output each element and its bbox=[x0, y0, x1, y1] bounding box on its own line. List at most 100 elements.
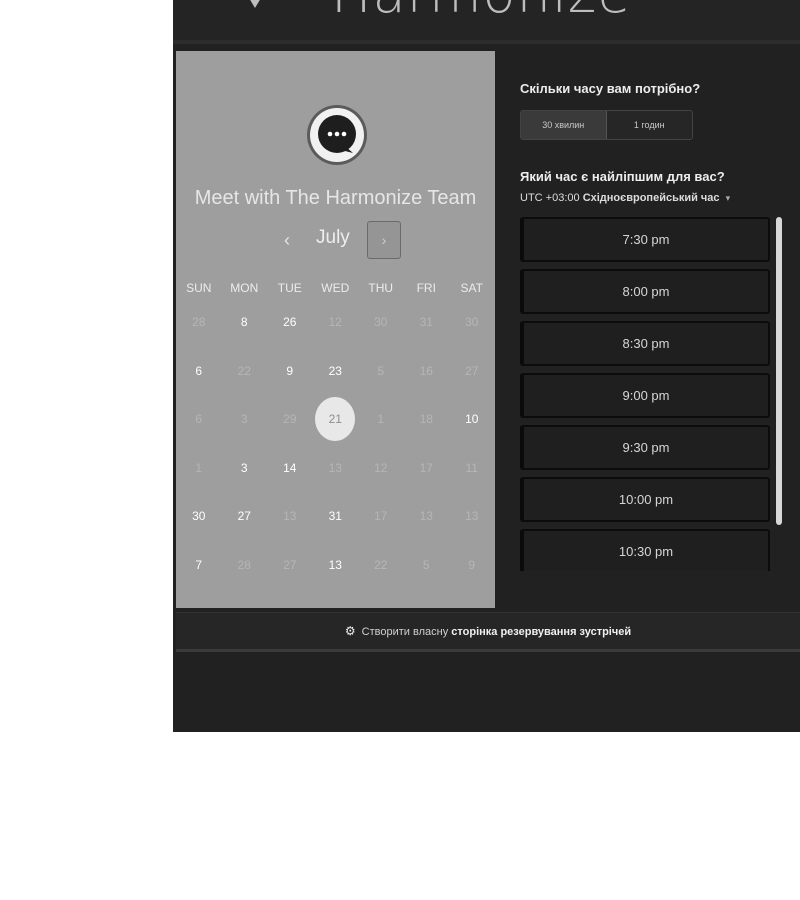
time-slot-button[interactable]: 8:00 pm bbox=[520, 269, 770, 314]
calendar-day-number: 6 bbox=[195, 363, 203, 378]
calendar-day-number: 14 bbox=[283, 460, 297, 475]
calendar-week-row: 7 28 27 13 22 5 9 bbox=[176, 541, 495, 590]
calendar-day-number: 29 bbox=[283, 412, 297, 427]
calendar-week-row: 1 3 14 13 12 17 11 bbox=[176, 444, 495, 493]
calendar-day: 13 bbox=[313, 444, 359, 493]
time-slot-button[interactable]: 8:30 pm bbox=[520, 321, 770, 366]
create-booking-page-link[interactable]: сторінка резервування зустрічей bbox=[451, 626, 631, 638]
calendar-day[interactable]: 13 bbox=[313, 541, 359, 590]
calendar-week-row: 28 8 26 12 30 31 30 bbox=[176, 298, 495, 347]
calendar-day: 17 bbox=[404, 444, 450, 493]
calendar-day: 1 bbox=[176, 444, 222, 493]
booking-app: Harmonize Meet with The Harmonize Team ‹… bbox=[173, 0, 800, 732]
calendar-week-row: 6 22 9 23 5 16 27 bbox=[176, 347, 495, 396]
time-slot-button[interactable]: 9:30 pm bbox=[520, 425, 770, 470]
timezone-name: Східноєвропейський час bbox=[582, 192, 720, 204]
calendar-day-number: 18 bbox=[419, 412, 433, 427]
next-month-button[interactable]: › bbox=[367, 221, 401, 259]
calendar-day: 31 bbox=[404, 298, 450, 347]
time-question: Який час є найліпшим для вас? bbox=[520, 169, 725, 184]
chat-bubble-icon bbox=[307, 105, 367, 165]
weekday-label: SAT bbox=[460, 281, 483, 295]
calendar-day-number: 31 bbox=[419, 315, 433, 330]
calendar-day[interactable]: 9 bbox=[267, 347, 313, 396]
calendar-day: 16 bbox=[404, 347, 450, 396]
calendar-day-number: 28 bbox=[237, 557, 251, 572]
calendar-grid: 28 8 26 12 30 31 30 6 22 9 23 5 16 27 6 3 29 21 1 18 10 1 3 14 1… bbox=[176, 298, 495, 589]
calendar-day-number: 8 bbox=[240, 315, 248, 330]
calendar-day: 13 bbox=[267, 492, 313, 541]
calendar-day-selected[interactable]: 21 bbox=[313, 395, 359, 444]
sprocket-icon: ⚙ bbox=[344, 624, 356, 638]
calendar-day: 22 bbox=[222, 347, 268, 396]
calendar-day[interactable]: 10 bbox=[449, 395, 495, 444]
weekday-label: SUN bbox=[186, 281, 212, 295]
calendar-day-number: 17 bbox=[374, 509, 388, 524]
slot-list-scrollbar[interactable] bbox=[776, 217, 782, 525]
calendar-day: 12 bbox=[313, 298, 359, 347]
calendar-day: 22 bbox=[358, 541, 404, 590]
time-slot-button[interactable]: 10:00 pm bbox=[520, 477, 770, 522]
calendar-day-number: 7 bbox=[195, 557, 203, 572]
meeting-title: Meet with The Harmonize Team bbox=[194, 187, 477, 209]
prev-month-button[interactable]: ‹ bbox=[272, 225, 302, 255]
time-slot-button[interactable]: 7:30 pm bbox=[520, 217, 770, 262]
timezone-selector[interactable]: UTC +03:00 Східноєвропейський час ▾ bbox=[520, 192, 730, 204]
calendar-day-number: 26 bbox=[283, 315, 297, 330]
calendar-day: 27 bbox=[449, 347, 495, 396]
calendar-day[interactable]: 6 bbox=[176, 347, 222, 396]
calendar-day-number: 22 bbox=[374, 557, 388, 572]
calendar-day[interactable]: 14 bbox=[267, 444, 313, 493]
calendar-day[interactable]: 26 bbox=[267, 298, 313, 347]
calendar-day: 28 bbox=[222, 541, 268, 590]
calendar-day-number: 13 bbox=[328, 557, 342, 572]
calendar-day: 29 bbox=[267, 395, 313, 444]
calendar-day-number: 6 bbox=[195, 412, 203, 427]
duration-1-hour-button[interactable]: 1 годин bbox=[606, 111, 692, 139]
calendar-day: 11 bbox=[449, 444, 495, 493]
calendar-day[interactable]: 23 bbox=[313, 347, 359, 396]
calendar-day-number: 28 bbox=[192, 315, 206, 330]
calendar-day[interactable]: 30 bbox=[176, 492, 222, 541]
calendar-day: 17 bbox=[358, 492, 404, 541]
calendar-day-number: 9 bbox=[286, 363, 294, 378]
calendar-day-number: 30 bbox=[192, 509, 206, 524]
calendar-day-number: 13 bbox=[328, 460, 342, 475]
time-slot-button[interactable]: 10:30 pm bbox=[520, 529, 770, 571]
calendar-day-number: 27 bbox=[465, 363, 479, 378]
calendar-week-row: 30 27 13 31 17 13 13 bbox=[176, 492, 495, 541]
calendar-day-number: 13 bbox=[465, 509, 479, 524]
calendar-day-number: 27 bbox=[283, 557, 297, 572]
calendar-day: 9 bbox=[449, 541, 495, 590]
calendar-day: 18 bbox=[404, 395, 450, 444]
calendar-day: 5 bbox=[404, 541, 450, 590]
time-slot-list: 7:30 pm 8:00 pm 8:30 pm 9:00 pm 9:30 pm … bbox=[520, 217, 773, 571]
calendar-day-number: 12 bbox=[328, 315, 342, 330]
calendar-day: 6 bbox=[176, 395, 222, 444]
month-navigation: ‹ July › bbox=[176, 221, 495, 259]
chevron-down-icon: ▾ bbox=[725, 193, 731, 203]
weekday-label: MON bbox=[230, 281, 259, 295]
calendar-panel: Meet with The Harmonize Team ‹ July › SU… bbox=[176, 51, 495, 608]
timezone-offset: UTC +03:00 bbox=[520, 192, 580, 204]
calendar-day[interactable]: 7 bbox=[176, 541, 222, 590]
calendar-day-number: 22 bbox=[237, 363, 251, 378]
calendar-day-number: 1 bbox=[377, 412, 385, 427]
calendar-day-number: 10 bbox=[465, 412, 479, 427]
calendar-day-number: 31 bbox=[328, 509, 342, 524]
calendar-day[interactable]: 3 bbox=[222, 444, 268, 493]
calendar-day-number: 11 bbox=[465, 460, 478, 475]
calendar-day[interactable]: 31 bbox=[313, 492, 359, 541]
calendar-week-row: 6 3 29 21 1 18 10 bbox=[176, 395, 495, 444]
time-slot-button[interactable]: 9:00 pm bbox=[520, 373, 770, 418]
weekday-label: THU bbox=[368, 281, 394, 295]
duration-30-min-button[interactable]: 30 хвилин bbox=[521, 111, 607, 139]
calendar-day[interactable]: 27 bbox=[222, 492, 268, 541]
calendar-day-number: 17 bbox=[419, 460, 433, 475]
calendar-day[interactable]: 8 bbox=[222, 298, 268, 347]
calendar-day-number: 3 bbox=[240, 460, 248, 475]
calendar-day-number: 16 bbox=[419, 363, 433, 378]
footer-prefix: Створити власну bbox=[361, 626, 449, 638]
duration-toggle: 30 хвилин 1 годин bbox=[520, 110, 693, 140]
calendar-day: 28 bbox=[176, 298, 222, 347]
